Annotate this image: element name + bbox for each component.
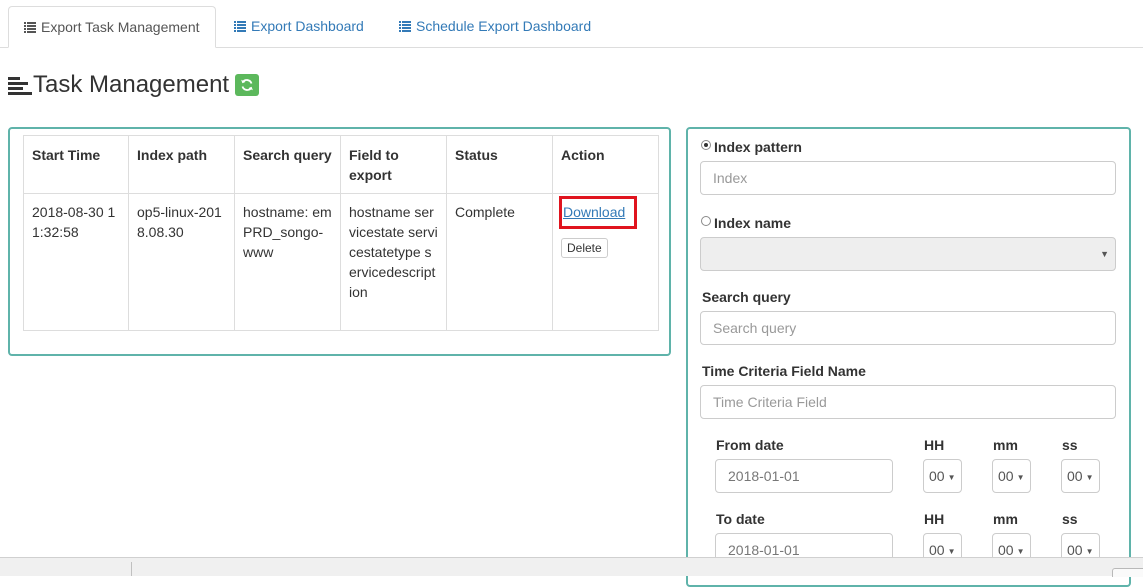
caret-down-icon: ▼ (1016, 473, 1025, 482)
column-header-search-query: Search query (234, 135, 341, 194)
refresh-icon (241, 79, 253, 91)
from-second-select[interactable]: 00 ▼ (1061, 459, 1100, 493)
index-pattern-label: Index pattern (714, 139, 802, 155)
table-row: 2018-08-30 11:32:58 op5-linux-2018.08.30… (23, 193, 659, 331)
to-ss-label: ss (1062, 511, 1078, 527)
table-header-row: Start Time Index path Search query Field… (23, 135, 659, 194)
caret-down-icon: ▼ (1100, 249, 1109, 259)
cell-start-time: 2018-08-30 11:32:58 (23, 193, 129, 331)
from-date-value: 2018-01-01 (728, 468, 800, 484)
list-icon (399, 21, 411, 32)
from-hour-select[interactable]: 00 ▼ (923, 459, 962, 493)
caret-down-icon: ▼ (947, 547, 956, 556)
delete-button[interactable]: Delete (561, 238, 608, 258)
cell-status: Complete (446, 193, 553, 331)
column-header-action: Action (552, 135, 659, 194)
cell-action: Download Delete (552, 193, 659, 331)
caret-down-icon: ▼ (1085, 547, 1094, 556)
index-name-radio[interactable] (701, 216, 711, 226)
cell-fields: hostname servicestate servicestatetype s… (340, 193, 447, 331)
caret-down-icon: ▼ (1085, 473, 1094, 482)
status-bar (0, 557, 1143, 577)
to-minute-value: 00 (998, 542, 1014, 558)
tab-schedule-export-dashboard[interactable]: Schedule Export Dashboard (399, 6, 591, 47)
from-minute-value: 00 (998, 468, 1014, 484)
from-ss-label: ss (1062, 437, 1078, 453)
list-icon (24, 22, 36, 33)
time-field-input[interactable]: Time Criteria Field (700, 385, 1116, 419)
page-title-text: Task Management (33, 71, 230, 98)
to-hh-label: HH (924, 511, 945, 527)
highlight-box: Download (559, 196, 638, 229)
index-name-label: Index name (714, 215, 792, 231)
time-field-label: Time Criteria Field Name (702, 363, 866, 379)
to-mm-label: mm (993, 511, 1018, 527)
cell-index-path: op5-linux-2018.08.30 (128, 193, 235, 331)
tab-export-task-management[interactable]: Export Task Management (8, 6, 216, 48)
from-date-label: From date (716, 437, 784, 453)
cell-search-query: hostname: emPRD_songo-www (234, 193, 341, 331)
index-pattern-radio[interactable] (701, 140, 711, 150)
task-table-panel: Start Time Index path Search query Field… (8, 127, 671, 356)
from-minute-select[interactable]: 00 ▼ (992, 459, 1031, 493)
from-mm-label: mm (993, 437, 1018, 453)
from-date-input[interactable]: 2018-01-01 (715, 459, 893, 493)
column-header-status: Status (446, 135, 553, 194)
to-date-label: To date (716, 511, 765, 527)
status-bar-corner (1112, 568, 1143, 577)
caret-down-icon: ▼ (1016, 547, 1025, 556)
tab-bar: Export Task Management Export Dashboard … (0, 0, 1143, 48)
status-bar-divider (131, 562, 132, 576)
task-table: Start Time Index path Search query Field… (23, 135, 659, 331)
search-query-input[interactable]: Search query (700, 311, 1116, 345)
to-hour-value: 00 (929, 542, 945, 558)
index-pattern-input[interactable]: Index (700, 161, 1116, 195)
tab-label: Schedule Export Dashboard (416, 18, 592, 34)
from-hh-label: HH (924, 437, 945, 453)
align-left-icon (8, 75, 32, 95)
refresh-button[interactable] (235, 74, 260, 96)
to-date-value: 2018-01-01 (728, 542, 800, 558)
tab-label: Export Dashboard (251, 18, 364, 34)
page-title: Task Management (8, 68, 260, 102)
list-icon (234, 21, 246, 32)
export-form-panel: Index pattern Index Index name ▼ Search … (686, 127, 1131, 587)
caret-down-icon: ▼ (947, 473, 956, 482)
tab-export-dashboard[interactable]: Export Dashboard (234, 6, 364, 47)
search-query-label: Search query (702, 289, 791, 305)
download-link[interactable]: Download (563, 204, 625, 220)
column-header-field-to-export: Field to export (340, 135, 447, 194)
to-second-value: 00 (1067, 542, 1083, 558)
tab-label: Export Task Management (41, 19, 200, 35)
from-hour-value: 00 (929, 468, 945, 484)
from-second-value: 00 (1067, 468, 1083, 484)
column-header-start-time: Start Time (23, 135, 129, 194)
index-name-select[interactable]: ▼ (700, 237, 1116, 271)
column-header-index-path: Index path (128, 135, 235, 194)
